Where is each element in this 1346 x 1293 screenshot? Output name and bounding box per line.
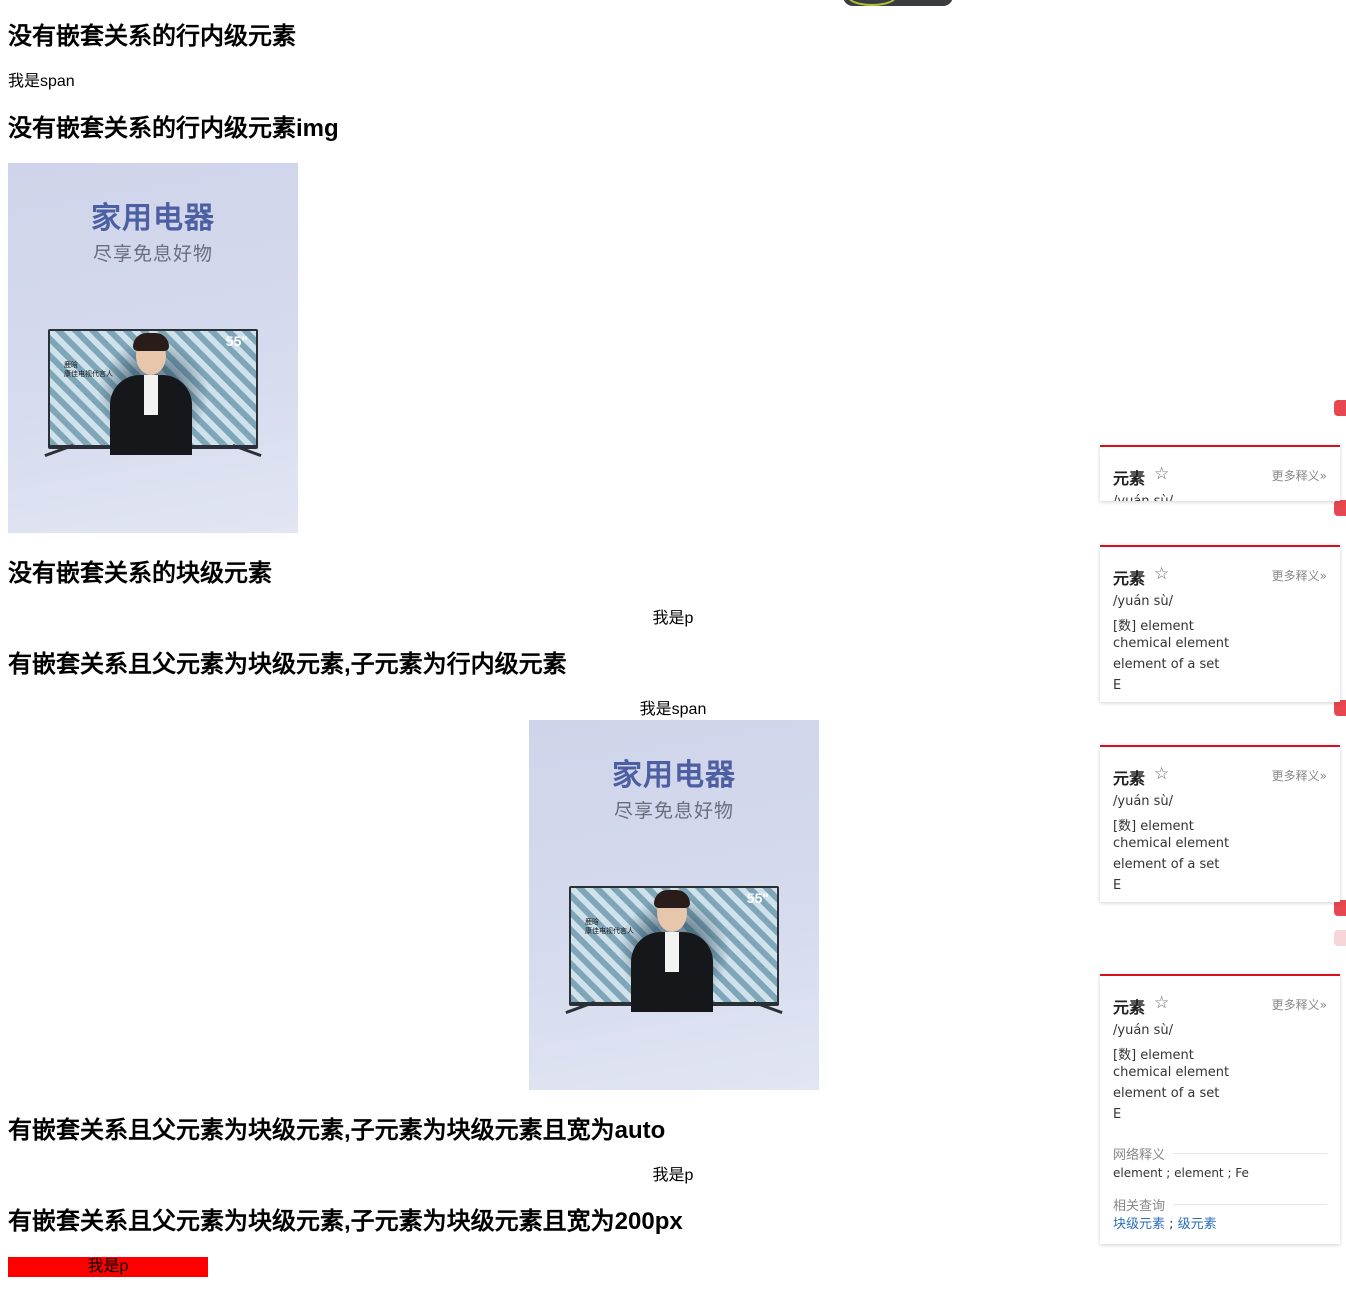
favorite-star-icon[interactable]: ☆ <box>1154 564 1169 584</box>
ad-subtitle: 尽享免息好物 <box>613 801 734 822</box>
tv-size-badge: 55" <box>225 333 248 349</box>
related-link[interactable]: 块级元素 <box>1113 1217 1165 1232</box>
dictionary-popup: 元素 ☆ 更多释义» /yuán sù/ <box>1100 445 1340 501</box>
tv-caption: 鹿晗 康佳电视代言人 <box>585 919 634 935</box>
dict-def: element of a set <box>1113 857 1220 872</box>
dict-headword: 元素 <box>1113 569 1146 588</box>
heading-inline-img: 没有嵌套关系的行内级元素img <box>8 115 339 142</box>
person-hair <box>654 890 690 908</box>
heading-block-no-nesting: 没有嵌套关系的块级元素 <box>8 560 272 587</box>
more-definitions-link[interactable]: 更多释义» <box>1272 467 1327 484</box>
edge-tab[interactable] <box>1334 900 1346 916</box>
related-queries: 块级元素 ; 级元素 <box>1113 1217 1217 1232</box>
dict-def: E <box>1113 1107 1122 1122</box>
floating-toolbar-widget[interactable] <box>843 0 953 6</box>
dict-def: [数] element <box>1113 819 1194 834</box>
edge-tab[interactable] <box>1334 700 1346 716</box>
dict-pinyin: /yuán sù/ <box>1113 594 1174 609</box>
related-link[interactable]: 级元素 <box>1178 1217 1217 1232</box>
span-text-2: 我是span <box>639 701 707 718</box>
tv-picture: 55" 鹿晗 康佳电视代言人 <box>569 886 779 1012</box>
appliance-ad-image-2: 家用电器 尽享免息好物 55" 鹿晗 康佳电视代言人 <box>529 720 819 1090</box>
dict-pinyin: /yuán sù/ <box>1113 1023 1174 1038</box>
dict-def: [数] element <box>1113 1048 1194 1063</box>
heading-inline-no-nesting: 没有嵌套关系的行内级元素 <box>8 23 296 50</box>
edge-tab[interactable] <box>1334 400 1346 416</box>
appliance-ad-image-1: 家用电器 尽享免息好物 55" 鹿晗 康佳电视代言人 <box>8 163 298 533</box>
dict-headword: 元素 <box>1113 769 1146 788</box>
dict-def: element of a set <box>1113 657 1220 672</box>
more-definitions-link[interactable]: 更多释义» <box>1272 567 1327 584</box>
dictionary-popup: 元素 ☆ 更多释义» /yuán sù/ [数] element chemica… <box>1100 545 1340 702</box>
favorite-star-icon[interactable]: ☆ <box>1154 993 1169 1013</box>
person-shirt <box>665 932 679 972</box>
tv-caption: 鹿晗 康佳电视代言人 <box>64 362 113 378</box>
dict-def: chemical element <box>1113 636 1230 651</box>
dictionary-popup: 元素 ☆ 更多释义» /yuán sù/ [数] element chemica… <box>1100 745 1340 902</box>
red-p-box: 我是p <box>8 1257 208 1277</box>
ad-title: 家用电器 <box>91 202 215 235</box>
related-queries-header: 相关查询 <box>1113 1195 1327 1214</box>
more-definitions-link[interactable]: 更多释义» <box>1272 996 1327 1013</box>
span-text-1: 我是span <box>8 73 75 90</box>
ad-subtitle: 尽享免息好物 <box>92 244 213 265</box>
heading-block-child-width-200: 有嵌套关系且父元素为块级元素,子元素为块级元素且宽为200px <box>8 1208 683 1235</box>
web-definitions-header: 网络释义 <box>1113 1144 1327 1163</box>
person-shirt <box>144 375 158 415</box>
dict-def: [数] element <box>1113 619 1194 634</box>
web-definitions: element ; element ; Fe <box>1113 1166 1249 1180</box>
dict-headword: 元素 <box>1113 998 1146 1017</box>
heading-block-child-width-auto: 有嵌套关系且父元素为块级元素,子元素为块级元素且宽为auto <box>8 1117 666 1144</box>
dictionary-popup: 元素 ☆ 更多释义» /yuán sù/ [数] element chemica… <box>1100 974 1340 1244</box>
edge-tab[interactable] <box>1334 500 1346 516</box>
dict-def: chemical element <box>1113 836 1230 851</box>
tv-size-badge: 55" <box>746 890 769 906</box>
heading-block-parent-inline-child: 有嵌套关系且父元素为块级元素,子元素为行内级元素 <box>8 651 567 678</box>
favorite-star-icon[interactable]: ☆ <box>1154 764 1169 784</box>
dict-def: E <box>1113 878 1122 893</box>
dict-pinyin: /yuán sù/ <box>1113 494 1173 501</box>
ring-icon <box>847 0 897 6</box>
tv-picture: 55" 鹿晗 康佳电视代言人 <box>48 329 258 455</box>
dict-def: element of a set <box>1113 1086 1220 1101</box>
dict-headword: 元素 <box>1113 469 1146 488</box>
dict-pinyin: /yuán sù/ <box>1113 794 1174 809</box>
person-hair <box>133 333 169 351</box>
ad-title: 家用电器 <box>612 759 736 792</box>
more-definitions-link[interactable]: 更多释义» <box>1272 767 1327 784</box>
favorite-star-icon[interactable]: ☆ <box>1154 464 1169 484</box>
dict-def: chemical element <box>1113 1065 1230 1080</box>
edge-tab[interactable] <box>1334 930 1346 946</box>
dict-def: E <box>1113 678 1122 693</box>
